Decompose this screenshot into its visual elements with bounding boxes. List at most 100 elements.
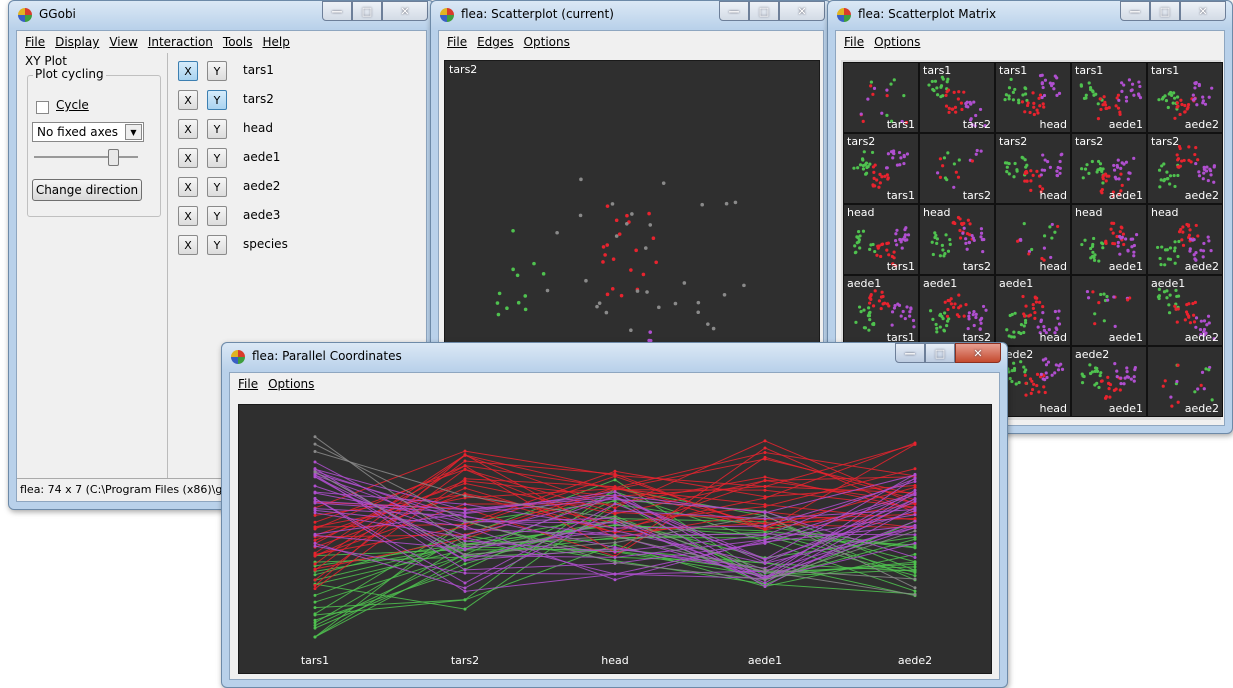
x-toggle-aede2[interactable]: X: [178, 177, 198, 197]
matrix-point: [1042, 385, 1046, 389]
matrix-col-label: head: [1039, 402, 1067, 415]
ggobi-titlebar[interactable]: GGobi — □ ✕: [9, 1, 434, 29]
matrix-cell-head-tars1[interactable]: head tars1: [843, 204, 919, 275]
matrix-cell-head-tars2[interactable]: head tars2: [919, 204, 995, 275]
close-button[interactable]: ✕: [955, 343, 1001, 363]
menu-options[interactable]: Options: [263, 373, 319, 395]
menu-tools[interactable]: Tools: [218, 31, 258, 53]
x-toggle-tars2[interactable]: X: [178, 90, 198, 110]
menu-display[interactable]: Display: [50, 31, 104, 53]
menu-file[interactable]: File: [233, 373, 263, 395]
matrix-point: [1171, 101, 1175, 105]
matrix-cell-tars2-head[interactable]: tars2 head: [995, 133, 1071, 204]
matrix-point: [1196, 234, 1200, 238]
matrix-cell-aede1-tars2[interactable]: aede1 tars2: [919, 275, 995, 346]
matrix-cell-aede1-head[interactable]: aede1 head: [995, 275, 1071, 346]
fixed-axes-select[interactable]: No fixed axes ▼: [32, 122, 144, 142]
matrix-point: [1175, 95, 1180, 99]
matrix-point: [1054, 363, 1058, 367]
close-button[interactable]: ✕: [779, 1, 825, 21]
x-toggle-tars1[interactable]: X: [178, 61, 198, 81]
matrix-cell-head-head[interactable]: head: [995, 204, 1071, 275]
matrix-cell-tars2-tars2[interactable]: tars2: [919, 133, 995, 204]
menu-view[interactable]: View: [104, 31, 142, 53]
y-toggle-tars2[interactable]: Y: [207, 90, 227, 110]
cycle-label[interactable]: Cycle: [56, 98, 89, 112]
matrix-cell-tars1-aede1[interactable]: tars1 aede1: [1071, 62, 1147, 133]
y-toggle-aede1[interactable]: Y: [207, 148, 227, 168]
matrix-point: [899, 238, 903, 242]
matrix-point: [1004, 93, 1008, 97]
close-button[interactable]: ✕: [1180, 1, 1226, 21]
menu-file[interactable]: File: [839, 31, 869, 53]
matrix-cell-tars1-tars1[interactable]: tars1: [843, 62, 919, 133]
matrix-point: [1120, 235, 1124, 239]
minimize-button[interactable]: —: [322, 1, 352, 21]
close-button[interactable]: ✕: [382, 1, 428, 21]
menu-options[interactable]: Options: [869, 31, 925, 53]
speed-slider-track[interactable]: [34, 156, 138, 158]
y-toggle-tars1[interactable]: Y: [207, 61, 227, 81]
scatterplot-titlebar[interactable]: flea: Scatterplot (current) — □ ✕: [431, 1, 831, 29]
matrix-cell-tars1-tars2[interactable]: tars1 tars2: [919, 62, 995, 133]
matrix-cell-aede1-aede2[interactable]: aede1 aede2: [1147, 275, 1223, 346]
plot-cycling-label: Plot cycling: [33, 67, 106, 81]
maximize-button[interactable]: □: [925, 343, 955, 363]
parcoords-titlebar[interactable]: flea: Parallel Coordinates — □ ✕: [222, 343, 1007, 371]
menu-edges[interactable]: Edges: [472, 31, 518, 53]
matrix-cell-aede1-aede1[interactable]: aede1: [1071, 275, 1147, 346]
matrix-cell-aede2-aede2[interactable]: aede2: [1147, 346, 1223, 417]
matrix-point: [928, 309, 933, 313]
matrix-cell-tars1-aede2[interactable]: tars1 aede2: [1147, 62, 1223, 133]
minimize-button[interactable]: —: [895, 343, 925, 363]
parcoords-point: [613, 578, 617, 582]
matrix-cell-aede2-aede1[interactable]: aede2 aede1: [1071, 346, 1147, 417]
y-toggle-head[interactable]: Y: [207, 119, 227, 139]
matrix-point: [931, 252, 935, 257]
matrix-cell-tars2-aede2[interactable]: tars2 aede2: [1147, 133, 1223, 204]
dropdown-arrow-icon[interactable]: ▼: [125, 124, 142, 140]
matrix-point: [1025, 179, 1029, 183]
x-toggle-aede3[interactable]: X: [178, 206, 198, 226]
matrix-point: [891, 151, 895, 155]
cycle-checkbox[interactable]: [36, 101, 49, 114]
matrix-cell-tars2-tars1[interactable]: tars2 tars1: [843, 133, 919, 204]
x-toggle-head[interactable]: X: [178, 119, 198, 139]
x-toggle-aede1[interactable]: X: [178, 148, 198, 168]
parcoords-canvas[interactable]: tars1 tars2 head aede1 aede2: [238, 404, 992, 674]
matrix-cell-tars1-head[interactable]: tars1 head: [995, 62, 1071, 133]
parcoords-point: [313, 621, 317, 625]
speed-slider-handle[interactable]: [108, 149, 119, 166]
y-toggle-aede3[interactable]: Y: [207, 206, 227, 226]
matrix-point: [1088, 363, 1092, 367]
scatter-point: [648, 223, 653, 227]
menu-options[interactable]: Options: [519, 31, 575, 53]
matrix-point: [1100, 191, 1104, 195]
scatter-point: [722, 293, 727, 297]
y-toggle-aede2[interactable]: Y: [207, 177, 227, 197]
menu-help[interactable]: Help: [257, 31, 294, 53]
matrix-titlebar[interactable]: flea: Scatterplot Matrix — □ ✕: [828, 1, 1232, 29]
matrix-cell-tars2-aede1[interactable]: tars2 aede1: [1071, 133, 1147, 204]
matrix-point: [1123, 376, 1127, 380]
minimize-button[interactable]: —: [1120, 1, 1150, 21]
matrix-cell-aede1-tars1[interactable]: aede1 tars1: [843, 275, 919, 346]
matrix-cell-head-aede1[interactable]: head aede1: [1071, 204, 1147, 275]
matrix-point: [1059, 362, 1063, 366]
minimize-button[interactable]: —: [719, 1, 749, 21]
maximize-button[interactable]: □: [749, 1, 779, 21]
matrix-point: [1035, 383, 1039, 388]
y-toggle-species[interactable]: Y: [207, 235, 227, 255]
matrix-point: [1158, 185, 1162, 189]
menu-file[interactable]: File: [442, 31, 472, 53]
menu-interaction[interactable]: Interaction: [143, 31, 218, 53]
matrix-point: [1209, 169, 1213, 173]
menu-file[interactable]: File: [20, 31, 50, 53]
change-direction-button[interactable]: Change direction: [32, 179, 142, 201]
maximize-button[interactable]: □: [1150, 1, 1180, 21]
x-toggle-species[interactable]: X: [178, 235, 198, 255]
matrix-point: [1122, 382, 1126, 386]
maximize-button[interactable]: □: [352, 1, 382, 21]
matrix-cell-head-aede2[interactable]: head aede2: [1147, 204, 1223, 275]
matrix-point: [1118, 252, 1122, 256]
